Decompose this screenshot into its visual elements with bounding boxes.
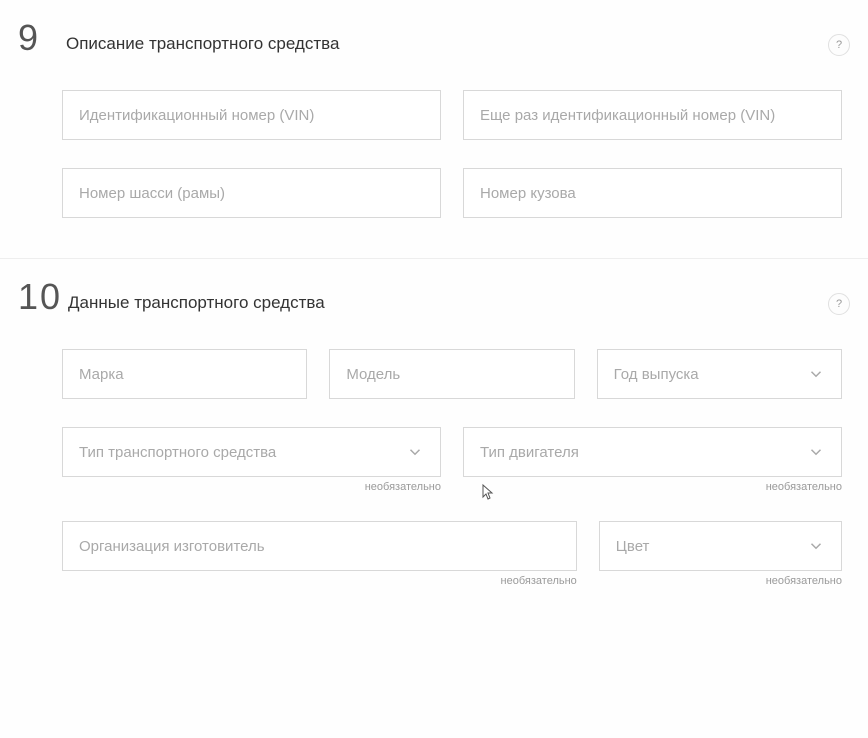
manufacturer-placeholder: Организация изготовитель: [79, 538, 560, 555]
manufacturer-hint: необязательно: [62, 575, 577, 587]
chassis-input[interactable]: Номер шасси (рамы): [62, 168, 441, 218]
engine-type-placeholder: Тип двигателя: [480, 444, 799, 461]
section-10-title: Данные транспортного средства: [68, 293, 828, 313]
chevron-down-icon: [406, 443, 424, 461]
chevron-down-icon: [807, 443, 825, 461]
section-10-header: 10 Данные транспортного средства ?: [18, 279, 850, 315]
vehicle-type-select[interactable]: Тип транспортного средства: [62, 427, 441, 477]
section-10-number: 10: [18, 279, 62, 315]
make-input[interactable]: Марка: [62, 349, 307, 399]
vehicle-type-hint: необязательно: [62, 481, 441, 493]
vin-input[interactable]: Идентификационный номер (VIN): [62, 90, 441, 140]
year-select[interactable]: Год выпуска: [597, 349, 842, 399]
color-placeholder: Цвет: [616, 538, 799, 555]
chassis-placeholder: Номер шасси (рамы): [79, 185, 424, 202]
chevron-down-icon: [807, 537, 825, 555]
make-placeholder: Марка: [79, 366, 290, 383]
vehicle-type-placeholder: Тип транспортного средства: [79, 444, 398, 461]
body-number-input[interactable]: Номер кузова: [463, 168, 842, 218]
section-9-header: 9 Описание транспортного средства ?: [18, 20, 850, 56]
color-hint: необязательно: [599, 575, 842, 587]
section-9-number: 9: [18, 20, 60, 56]
model-input[interactable]: Модель: [329, 349, 574, 399]
section-9-title: Описание транспортного средства: [66, 34, 828, 54]
year-placeholder: Год выпуска: [614, 366, 799, 383]
chevron-down-icon: [807, 365, 825, 383]
manufacturer-input[interactable]: Организация изготовитель: [62, 521, 577, 571]
help-button[interactable]: ?: [828, 34, 850, 56]
color-select[interactable]: Цвет: [599, 521, 842, 571]
vin-placeholder: Идентификационный номер (VIN): [79, 107, 424, 124]
section-9: 9 Описание транспортного средства ? Иден…: [0, 0, 868, 258]
body-number-placeholder: Номер кузова: [480, 185, 825, 202]
help-button[interactable]: ?: [828, 293, 850, 315]
vin-confirm-input[interactable]: Еще раз идентификационный номер (VIN): [463, 90, 842, 140]
model-placeholder: Модель: [346, 366, 557, 383]
vin-confirm-placeholder: Еще раз идентификационный номер (VIN): [480, 107, 825, 124]
engine-type-hint: необязательно: [463, 481, 842, 493]
section-10: 10 Данные транспортного средства ? Марка…: [0, 259, 868, 627]
engine-type-select[interactable]: Тип двигателя: [463, 427, 842, 477]
section-10-fields: Марка Модель Год выпуска Тип: [18, 349, 850, 587]
section-9-fields: Идентификационный номер (VIN) Еще раз ид…: [18, 90, 850, 218]
